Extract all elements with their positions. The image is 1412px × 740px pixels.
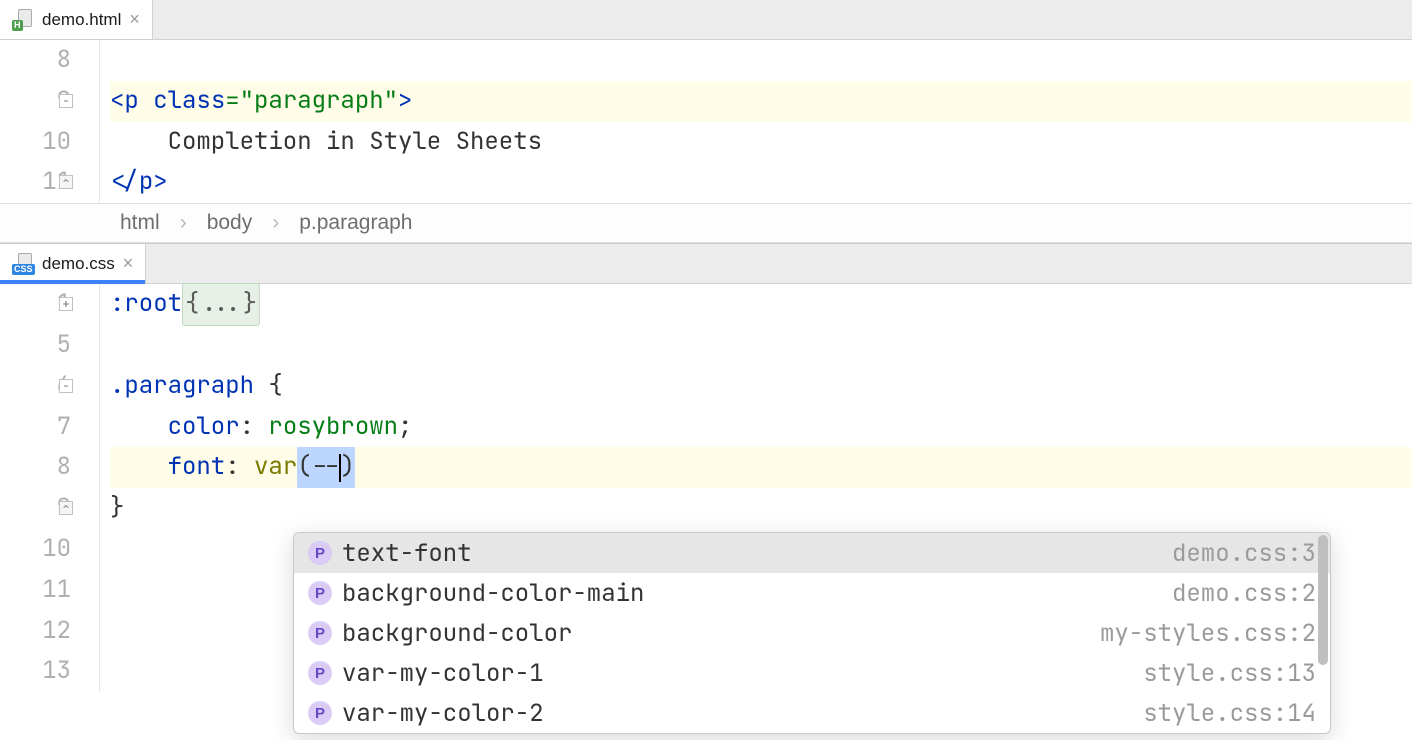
- completion-label: text-font: [342, 538, 472, 569]
- completion-origin: style.css:14: [1143, 698, 1316, 729]
- tab-label: demo.html: [42, 10, 121, 30]
- completion-label: background-color-main: [342, 578, 644, 609]
- code-line-6[interactable]: .paragraph {: [110, 366, 1412, 407]
- code-line-10[interactable]: Completion in Style Sheets: [110, 122, 1412, 163]
- completion-label: var-my-color-2: [342, 698, 544, 729]
- html-file-icon: H: [12, 9, 34, 31]
- close-icon[interactable]: ×: [123, 253, 134, 274]
- property-icon: P: [308, 541, 332, 565]
- completion-label: background-color: [342, 618, 572, 649]
- completion-origin: my-styles.css:2: [1100, 618, 1316, 649]
- completion-origin: demo.css:2: [1172, 578, 1316, 609]
- css-tab-bar: CSS demo.css ×: [0, 244, 1412, 284]
- tab-demo-html[interactable]: H demo.html ×: [0, 0, 153, 39]
- code-line-7[interactable]: color: rosybrown;: [110, 407, 1412, 448]
- property-icon: P: [308, 581, 332, 605]
- completion-item[interactable]: P background-color-main demo.css:2: [294, 573, 1330, 613]
- chevron-right-icon: ›: [272, 211, 279, 235]
- code-line-9[interactable]: }: [110, 488, 1412, 529]
- code-line-9[interactable]: <p class="paragraph">: [110, 81, 1412, 122]
- completion-origin: demo.css:3: [1172, 538, 1316, 569]
- code-line-5[interactable]: [110, 325, 1412, 366]
- css-gutter: 1+ 5 6− 7 8 9⌃ 10 11 12 13: [0, 284, 100, 692]
- html-code-area[interactable]: 8 9− 10 11⌃ <p class="paragraph"> Comple…: [0, 40, 1412, 203]
- completion-item[interactable]: P text-font demo.css:3: [294, 533, 1330, 573]
- chevron-right-icon: ›: [180, 211, 187, 235]
- close-icon[interactable]: ×: [129, 9, 140, 30]
- tab-demo-css[interactable]: CSS demo.css ×: [0, 244, 146, 283]
- property-icon: P: [308, 701, 332, 725]
- code-line-8[interactable]: [110, 40, 1412, 81]
- html-gutter: 8 9− 10 11⌃: [0, 40, 100, 203]
- completion-label: var-my-color-1: [342, 658, 544, 689]
- property-icon: P: [308, 621, 332, 645]
- css-file-icon: CSS: [12, 253, 34, 275]
- completion-item[interactable]: P background-color my-styles.css:2: [294, 613, 1330, 653]
- html-editor-pane: H demo.html × 8 9− 10 11⌃ <p class="para…: [0, 0, 1412, 243]
- scrollbar[interactable]: [1318, 535, 1328, 665]
- code-line-1[interactable]: :root{...}: [110, 284, 1412, 325]
- folded-region[interactable]: {...}: [182, 283, 260, 326]
- breadcrumb-item[interactable]: html: [120, 211, 160, 235]
- completion-popup: P text-font demo.css:3 P background-colo…: [293, 532, 1331, 734]
- html-tab-bar: H demo.html ×: [0, 0, 1412, 40]
- completion-item[interactable]: P var-my-color-1 style.css:13: [294, 653, 1330, 693]
- breadcrumb-item[interactable]: p.paragraph: [299, 211, 412, 235]
- completion-origin: style.css:13: [1143, 658, 1316, 689]
- completion-item[interactable]: P var-my-color-2 style.css:14: [294, 693, 1330, 733]
- code-line-8[interactable]: font: var(--): [110, 447, 1412, 488]
- property-icon: P: [308, 661, 332, 685]
- breadcrumbs: html › body › p.paragraph: [0, 203, 1412, 243]
- tab-label: demo.css: [42, 254, 115, 274]
- breadcrumb-item[interactable]: body: [207, 211, 253, 235]
- code-line-11[interactable]: </p>: [110, 162, 1412, 203]
